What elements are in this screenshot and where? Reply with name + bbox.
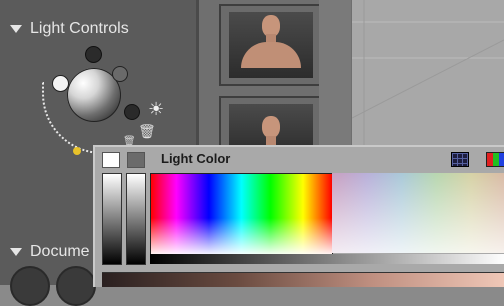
- light-knob-right[interactable]: [112, 66, 128, 82]
- light-position-dot[interactable]: [73, 147, 81, 155]
- figure-thumbnail[interactable]: [219, 4, 323, 86]
- figure-thumbnail-image: [229, 12, 313, 78]
- brightness-slider[interactable]: [102, 173, 122, 265]
- figure-head: [262, 116, 280, 138]
- document-title: Docume: [30, 243, 90, 260]
- light-controls-header[interactable]: Light Controls: [10, 18, 129, 40]
- figure-shoulders: [241, 42, 301, 68]
- document-header[interactable]: Docume: [10, 241, 90, 263]
- light-knob-selected[interactable]: [52, 75, 69, 92]
- color-spectrum[interactable]: [150, 173, 333, 255]
- expand-triangle-icon[interactable]: [10, 248, 22, 256]
- bottom-control-circle[interactable]: [56, 266, 96, 306]
- light-knob-top[interactable]: [85, 46, 102, 63]
- picker-title: Light Color: [161, 151, 231, 166]
- saturation-slider[interactable]: [126, 173, 146, 265]
- current-color-swatch[interactable]: [102, 152, 120, 168]
- trash-icon[interactable]: 🗑: [138, 124, 156, 138]
- light-controls-title: Light Controls: [30, 20, 129, 37]
- sun-icon[interactable]: ☀: [148, 100, 164, 118]
- value-gradient-strip[interactable]: [150, 254, 504, 264]
- grid-icon[interactable]: [451, 152, 469, 167]
- light-knob-lower-right[interactable]: [124, 104, 140, 120]
- pastel-spectrum[interactable]: [332, 173, 504, 253]
- rgb-icon[interactable]: [486, 152, 504, 167]
- expand-triangle-icon[interactable]: [10, 25, 22, 33]
- bottom-control-circle[interactable]: [10, 266, 50, 306]
- previous-color-swatch[interactable]: [127, 152, 145, 168]
- light-color-picker: Light Color: [93, 145, 504, 287]
